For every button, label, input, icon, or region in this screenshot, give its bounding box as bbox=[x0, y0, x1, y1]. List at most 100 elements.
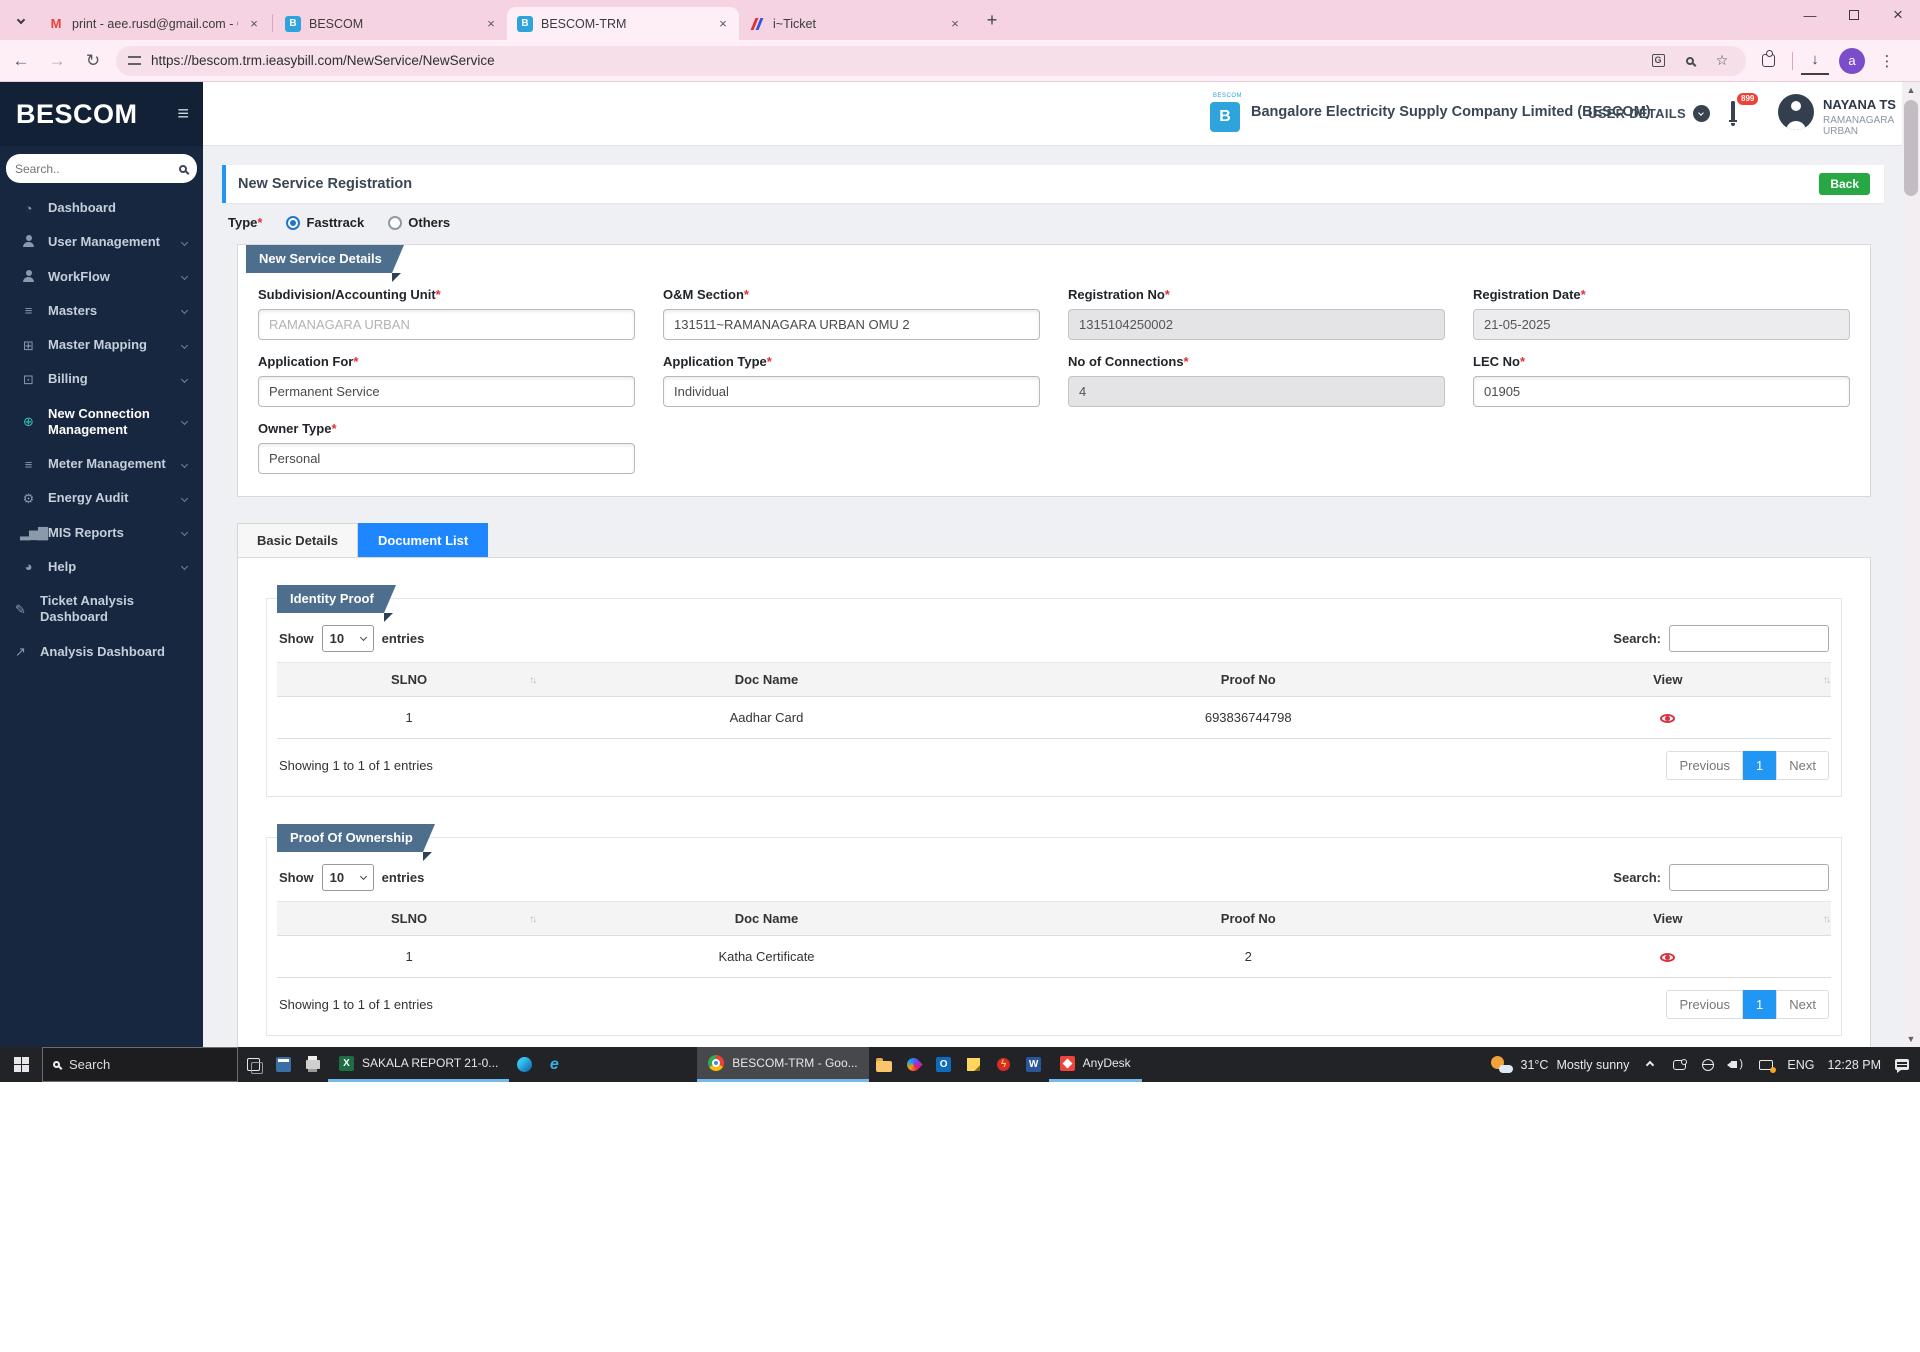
eye-icon[interactable] bbox=[1660, 953, 1676, 963]
sidebar-item-masters[interactable]: ≡ Masters bbox=[0, 294, 203, 328]
sidebar-item-master-mapping[interactable]: ⊞ Master Mapping bbox=[0, 328, 203, 362]
application-type-input[interactable]: Individual bbox=[663, 376, 1040, 407]
misc-app-button[interactable]: ϟ bbox=[989, 1047, 1019, 1082]
sidebar-item-mis-reports[interactable]: ▂▅▇ MIS Reports bbox=[0, 516, 203, 550]
application-for-input[interactable]: Permanent Service bbox=[258, 376, 635, 407]
menu-dots-icon[interactable]: ⋮ bbox=[1873, 47, 1901, 75]
scroll-up-arrow[interactable]: ▲ bbox=[1902, 82, 1920, 98]
word-button[interactable]: W bbox=[1019, 1047, 1049, 1082]
downloads-icon[interactable]: ↓ bbox=[1801, 47, 1829, 75]
page-1-button[interactable]: 1 bbox=[1743, 990, 1777, 1019]
language-indicator[interactable]: ENG bbox=[1787, 1058, 1814, 1072]
notification-center-icon[interactable] bbox=[1894, 1059, 1910, 1073]
col-proof-no[interactable]: Proof No bbox=[991, 662, 1505, 697]
extensions-icon[interactable] bbox=[1754, 47, 1782, 75]
network-globe-icon[interactable] bbox=[1700, 1058, 1716, 1071]
bookmark-star-icon[interactable]: ☆ bbox=[1710, 49, 1734, 73]
page-size-select[interactable]: 10 bbox=[321, 625, 374, 652]
forward-button[interactable]: → bbox=[42, 46, 72, 76]
tab-document-list[interactable]: Document List bbox=[357, 523, 489, 557]
sidebar-item-workflow[interactable]: WorkFlow bbox=[0, 260, 203, 294]
tab-bescom[interactable]: B BESCOM × bbox=[275, 7, 507, 40]
taskbar-app-excel[interactable]: X SAKALA REPORT 21-0... bbox=[328, 1047, 510, 1082]
next-button[interactable]: Next bbox=[1776, 990, 1829, 1019]
eye-icon[interactable] bbox=[1660, 714, 1676, 724]
sidebar-item-help[interactable]: ◕ Help bbox=[0, 550, 203, 584]
reload-button[interactable]: ↻ bbox=[78, 46, 108, 76]
vertical-scrollbar[interactable]: ▲ ▼ bbox=[1902, 82, 1920, 1047]
address-bar[interactable]: https://bescom.trm.ieasybill.com/NewServ… bbox=[116, 45, 1746, 76]
show-hidden-icons-button[interactable] bbox=[1642, 1060, 1658, 1069]
tab-iticket[interactable]: i~Ticket × bbox=[739, 7, 971, 40]
sort-icon[interactable]: ↑↓ bbox=[1823, 675, 1831, 686]
close-icon[interactable]: × bbox=[947, 16, 963, 32]
minimize-button[interactable]: — bbox=[1788, 0, 1832, 30]
owner-type-input[interactable]: Personal bbox=[258, 443, 635, 474]
back-button-green[interactable]: Back bbox=[1819, 173, 1870, 195]
view-cell[interactable] bbox=[1504, 696, 1831, 739]
sidebar-item-energy-audit[interactable]: ⚙ Energy Audit bbox=[0, 481, 203, 515]
file-explorer-button[interactable] bbox=[869, 1047, 899, 1082]
cast-icon[interactable] bbox=[1758, 1059, 1777, 1073]
col-proof-no[interactable]: Proof No bbox=[991, 901, 1505, 936]
taskbar-app-chrome[interactable]: BESCOM-TRM - Goo... bbox=[697, 1047, 869, 1082]
sidebar-search-input[interactable] bbox=[15, 161, 179, 176]
maximize-button[interactable] bbox=[1832, 0, 1876, 30]
tab-basic-details[interactable]: Basic Details bbox=[237, 523, 358, 557]
user-avatar[interactable] bbox=[1778, 94, 1814, 130]
edge-button[interactable] bbox=[509, 1047, 539, 1082]
url-text[interactable]: https://bescom.trm.ieasybill.com/NewServ… bbox=[151, 53, 1638, 68]
sidebar-item-billing[interactable]: ⊡ Billing bbox=[0, 362, 203, 396]
sidebar-item-new-connection-management[interactable]: ⊕ New Connection Management bbox=[0, 397, 203, 448]
col-slno[interactable]: SLNO ↑↓ bbox=[277, 901, 542, 936]
scrollbar-thumb[interactable] bbox=[1904, 100, 1918, 196]
col-slno[interactable]: SLNO ↑↓ bbox=[277, 662, 542, 697]
sidebar-item-ticket-analysis-dashboard[interactable]: ✎ Ticket Analysis Dashboard bbox=[0, 584, 203, 635]
sidebar-search[interactable] bbox=[6, 154, 197, 183]
start-button[interactable] bbox=[0, 1047, 42, 1082]
scroll-down-arrow[interactable]: ▼ bbox=[1902, 1031, 1920, 1047]
weather-widget[interactable]: 31°C Mostly sunny bbox=[1490, 1055, 1629, 1074]
translate-icon[interactable]: G bbox=[1646, 49, 1670, 73]
sort-icon[interactable]: ↑↓ bbox=[529, 914, 537, 925]
tab-bescom-trm-active[interactable]: B BESCOM-TRM × bbox=[507, 7, 739, 40]
lec-no-input[interactable]: 01905 bbox=[1473, 376, 1850, 407]
close-window-button[interactable]: × bbox=[1876, 0, 1920, 30]
table-search-input[interactable] bbox=[1669, 625, 1829, 652]
page-1-button[interactable]: 1 bbox=[1743, 751, 1777, 780]
sidebar-item-analysis-dashboard[interactable]: ↗ Analysis Dashboard bbox=[0, 635, 203, 669]
col-view[interactable]: View ↑↓ bbox=[1504, 901, 1831, 936]
clock[interactable]: 12:28 PM bbox=[1827, 1058, 1881, 1072]
sticky-notes-button[interactable] bbox=[959, 1047, 989, 1082]
internet-explorer-button[interactable]: e bbox=[539, 1047, 569, 1082]
col-doc-name[interactable]: Doc Name bbox=[541, 901, 992, 936]
taskbar-app-anydesk[interactable]: AnyDesk bbox=[1048, 1047, 1142, 1082]
printer-button[interactable] bbox=[298, 1047, 328, 1082]
radio-others[interactable]: Others bbox=[388, 215, 450, 230]
close-icon[interactable]: × bbox=[483, 16, 499, 32]
sidebar-item-dashboard[interactable]: ◔ Dashboard bbox=[0, 191, 203, 225]
tab-gmail[interactable]: M print - aee.rusd@gmail.com - G × bbox=[38, 7, 270, 40]
previous-button[interactable]: Previous bbox=[1666, 751, 1744, 780]
outlook-button[interactable]: O bbox=[929, 1047, 959, 1082]
profile-avatar[interactable]: a bbox=[1839, 47, 1865, 74]
capture-icon[interactable] bbox=[1671, 1058, 1687, 1070]
site-settings-icon[interactable] bbox=[128, 56, 141, 65]
page-size-select[interactable]: 10 bbox=[321, 864, 374, 891]
col-doc-name[interactable]: Doc Name bbox=[541, 662, 992, 697]
new-tab-button[interactable]: + bbox=[979, 8, 1005, 34]
tab-search-button[interactable] bbox=[8, 7, 34, 33]
table-search-input[interactable] bbox=[1669, 864, 1829, 891]
zoom-icon[interactable] bbox=[1678, 49, 1702, 73]
close-icon[interactable]: × bbox=[715, 16, 731, 32]
col-view[interactable]: View ↑↓ bbox=[1504, 662, 1831, 697]
om-section-input[interactable]: 131511~RAMANAGARA URBAN OMU 2 bbox=[663, 309, 1040, 340]
next-button[interactable]: Next bbox=[1776, 751, 1829, 780]
task-view-button[interactable] bbox=[238, 1047, 268, 1082]
sidebar-item-meter-management[interactable]: ≡ Meter Management bbox=[0, 447, 203, 481]
previous-button[interactable]: Previous bbox=[1666, 990, 1744, 1019]
back-button[interactable]: ← bbox=[6, 46, 36, 76]
sidebar-item-user-management[interactable]: User Management bbox=[0, 225, 203, 259]
view-cell[interactable] bbox=[1504, 935, 1831, 978]
hamburger-icon[interactable]: ≡ bbox=[177, 103, 189, 126]
